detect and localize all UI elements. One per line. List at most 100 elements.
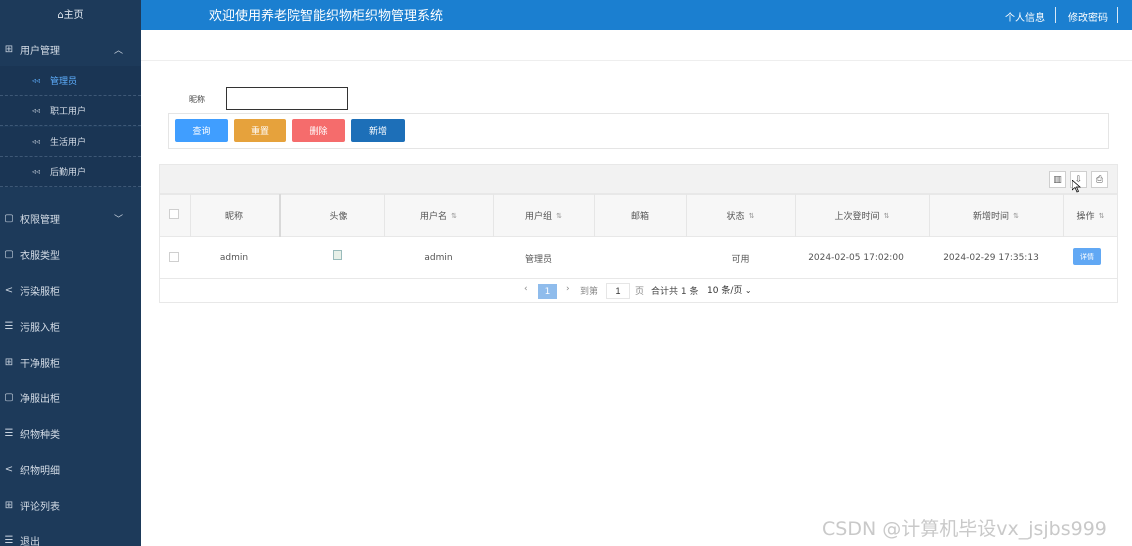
- delete-button[interactable]: 删除: [292, 119, 345, 142]
- column-header-status[interactable]: 状态 ⇅: [686, 194, 795, 237]
- grid-icon: ⊞: [4, 499, 14, 511]
- sidebar-item-fabric-kind[interactable]: ☰ 织物种类: [0, 416, 141, 450]
- chevron-up-icon: ︿: [113, 45, 123, 56]
- cell-nickname: admin: [219, 253, 249, 263]
- sort-icon: ⇅: [1013, 211, 1019, 220]
- sidebar-item-label: 评论列表: [20, 501, 60, 513]
- sidebar-item-label: 退出: [20, 536, 40, 546]
- total-count: 合计共 1 条: [651, 287, 699, 297]
- doc-icon: ▢: [4, 248, 14, 260]
- cell-username: admin: [424, 253, 453, 263]
- sidebar-item-clean-cabinet[interactable]: ⊞ 干净服柜: [0, 345, 141, 379]
- column-header-email: 邮箱: [630, 212, 649, 222]
- avatar-image: [333, 250, 342, 260]
- share-icon: <: [4, 284, 14, 296]
- nickname-search-input[interactable]: [226, 87, 348, 110]
- mouse-cursor-icon: [1072, 180, 1081, 193]
- double-left-arrow-icon: ◃◃: [32, 167, 41, 176]
- sort-icon: ⇅: [451, 211, 457, 220]
- sort-icon: ⇅: [556, 211, 562, 220]
- cell-last-login: 2024-02-05 17:02:00: [808, 253, 904, 263]
- share-icon: <: [4, 463, 14, 475]
- goto-label: 到第: [580, 287, 599, 297]
- page-number-current[interactable]: 1: [538, 284, 557, 299]
- page-size-select[interactable]: 10 条/页 ⌄: [707, 283, 761, 299]
- sidebar-subitem-label: 后勤用户: [50, 168, 87, 178]
- app-title: 欢迎使用养老院智能织物柜织物管理系统: [209, 9, 444, 24]
- sidebar-item-label: 干净服柜: [20, 358, 60, 370]
- sidebar-item-dirty-in[interactable]: ☰ 污服入柜: [0, 309, 141, 343]
- sidebar-item-label: 衣服类型: [20, 250, 60, 262]
- column-header-last-login[interactable]: 上次登时间 ⇅: [795, 194, 929, 237]
- change-password-link[interactable]: 修改密码: [1068, 9, 1108, 24]
- table-toolbar: [159, 164, 1118, 194]
- select-all-checkbox[interactable]: [169, 209, 179, 219]
- cell-group: 管理员: [524, 254, 552, 265]
- app-root: ⌂主页 ⊞ 用户管理 ︿ ◃◃ 管理员 ◃◃ 职工用户 ◃◃ 生活用户 ◃◃ 后…: [0, 0, 1132, 546]
- doc-icon: ▢: [4, 391, 14, 403]
- sidebar-item-user-management[interactable]: ⊞ 用户管理 ︿: [0, 32, 141, 66]
- header-divider: [1055, 7, 1056, 23]
- reset-button[interactable]: 重置: [234, 119, 286, 142]
- column-header-username[interactable]: 用户名 ⇅: [384, 194, 493, 237]
- cell-created: 2024-02-29 17:35:13: [943, 253, 1039, 263]
- print-icon[interactable]: ⎙: [1091, 171, 1108, 188]
- cell-email: [594, 237, 686, 279]
- header-divider: [1117, 7, 1118, 23]
- sidebar-item-label: 污服入柜: [20, 322, 60, 334]
- sidebar-item-label: 用户管理: [20, 45, 60, 57]
- top-header: 欢迎使用养老院智能织物柜织物管理系统 个人信息 修改密码: [141, 0, 1132, 30]
- row-checkbox[interactable]: [169, 252, 179, 262]
- chevron-down-icon: ⌄: [742, 286, 752, 295]
- sidebar-item-logout[interactable]: ☰ 退出: [0, 523, 141, 546]
- double-left-arrow-icon: ◃◃: [32, 137, 41, 146]
- add-button[interactable]: 新增: [351, 119, 405, 142]
- chevron-down-icon: ﹀: [113, 214, 123, 225]
- sidebar-item-clothes-type[interactable]: ▢ 衣服类型: [0, 237, 141, 271]
- nickname-label: 昵称: [189, 95, 205, 104]
- column-header-actions: 操作 ⇅: [1076, 211, 1105, 223]
- sidebar-item-permission-management[interactable]: ▢ 权限管理 ﹀: [0, 201, 141, 235]
- sidebar-subitem-label: 生活用户: [50, 138, 87, 148]
- sidebar-subitem-label: 职工用户: [50, 107, 87, 117]
- grid-icon: ⊞: [4, 356, 14, 368]
- sidebar-subitem-staff-user[interactable]: ◃◃ 职工用户: [0, 96, 141, 126]
- column-header-group[interactable]: 用户组 ⇅: [493, 194, 594, 237]
- columns-icon[interactable]: ▥: [1049, 171, 1066, 188]
- sort-icon: ⇅: [748, 211, 755, 220]
- list-icon: ☰: [4, 427, 14, 439]
- content-divider: [141, 60, 1132, 61]
- detail-button[interactable]: 详情: [1073, 248, 1101, 265]
- sidebar-home-link[interactable]: ⌂主页: [0, 0, 141, 26]
- next-page-button[interactable]: ›: [566, 284, 570, 294]
- sidebar-item-label: 织物明细: [20, 465, 60, 477]
- page-unit-label: 页: [635, 287, 645, 297]
- sort-icon: ⇅: [1098, 211, 1105, 220]
- double-left-arrow-icon: ◃◃: [32, 106, 41, 115]
- sort-icon: ⇅: [883, 211, 890, 220]
- sidebar-item-label: 污染服柜: [20, 286, 60, 298]
- list-icon: ☰: [4, 534, 14, 546]
- sidebar-subitem-logistics-user[interactable]: ◃◃ 后勤用户: [0, 157, 141, 187]
- watermark: CSDN @计算机毕设vx_jsjbs999: [822, 518, 1107, 540]
- list-icon: ☰: [4, 320, 14, 332]
- sidebar-item-label: 织物种类: [20, 429, 60, 441]
- sidebar-item-label: 净服出柜: [20, 393, 60, 405]
- sidebar-item-dirty-cabinet[interactable]: < 污染服柜: [0, 273, 141, 307]
- goto-page-input[interactable]: [606, 283, 630, 299]
- grid-icon: ⊞: [4, 43, 14, 55]
- sidebar-item-comment-list[interactable]: ⊞ 评论列表: [0, 488, 141, 522]
- prev-page-button[interactable]: ‹: [524, 284, 528, 294]
- column-header-created[interactable]: 新增时间 ⇅: [929, 194, 1063, 237]
- cell-status: 可用: [731, 254, 750, 265]
- sidebar-subitem-label: 管理员: [50, 77, 78, 87]
- sidebar-item-label: 权限管理: [20, 214, 60, 226]
- sidebar: ⌂主页 ⊞ 用户管理 ︿ ◃◃ 管理员 ◃◃ 职工用户 ◃◃ 生活用户 ◃◃ 后…: [0, 0, 141, 546]
- column-header-nickname: 昵称: [224, 212, 243, 222]
- query-button[interactable]: 查询: [175, 119, 228, 142]
- sidebar-subitem-life-user[interactable]: ◃◃ 生活用户: [0, 127, 141, 157]
- sidebar-item-clean-out[interactable]: ▢ 净服出柜: [0, 380, 141, 414]
- sidebar-subitem-admin[interactable]: ◃◃ 管理员: [0, 66, 141, 96]
- profile-link[interactable]: 个人信息: [1005, 9, 1045, 24]
- sidebar-item-fabric-detail[interactable]: < 织物明细: [0, 452, 141, 486]
